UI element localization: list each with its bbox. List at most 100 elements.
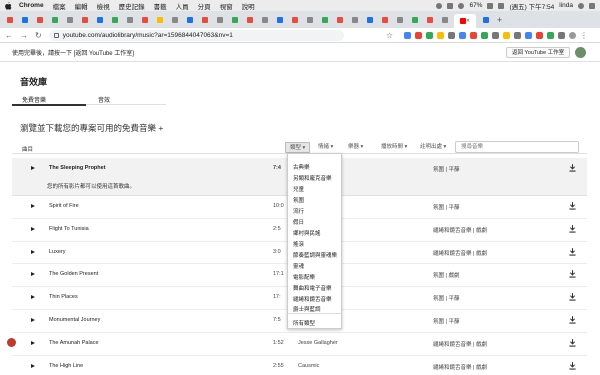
- tab[interactable]: [154, 14, 165, 26]
- extension-icon[interactable]: [448, 31, 455, 39]
- extension-icon[interactable]: [437, 31, 444, 39]
- profile-icon[interactable]: [569, 31, 576, 39]
- forward-arrow-icon[interactable]: →: [20, 31, 28, 40]
- download-icon[interactable]: [569, 293, 576, 301]
- extension-icon[interactable]: [404, 31, 411, 39]
- input-method-icon[interactable]: [498, 2, 505, 9]
- menu-history[interactable]: 歷史記錄: [119, 1, 145, 11]
- wifi-icon[interactable]: [458, 2, 465, 9]
- download-icon[interactable]: [569, 202, 576, 210]
- play-icon[interactable]: [31, 272, 35, 277]
- tab[interactable]: [94, 14, 105, 26]
- tab[interactable]: [169, 14, 180, 26]
- track-row[interactable]: The High Line 2:55 Causmic 繾綣和鏡舌音樂 | 戲劇: [12, 356, 587, 375]
- genre-option[interactable]: 舞曲和電子音樂: [293, 284, 332, 292]
- menu-view[interactable]: 檢視: [97, 1, 110, 11]
- tab[interactable]: [319, 14, 330, 26]
- tab[interactable]: [334, 14, 345, 26]
- menu-list-icon[interactable]: [589, 2, 595, 9]
- play-icon[interactable]: [31, 249, 35, 254]
- search-music-input[interactable]: [455, 141, 579, 153]
- tab[interactable]: [79, 14, 90, 26]
- genre-option[interactable]: 假日: [293, 218, 304, 226]
- extension-icon[interactable]: [558, 31, 565, 39]
- tab[interactable]: [124, 14, 135, 26]
- extension-icon[interactable]: [547, 31, 554, 39]
- extension-icon[interactable]: [536, 31, 543, 39]
- tab[interactable]: [480, 14, 491, 26]
- tab[interactable]: [409, 14, 420, 26]
- return-to-studio-button[interactable]: 返回 YouTube 工作室: [506, 47, 571, 58]
- apple-icon[interactable]: [5, 1, 12, 10]
- play-icon[interactable]: [31, 317, 35, 322]
- tab[interactable]: [214, 14, 225, 26]
- tab[interactable]: [439, 14, 450, 26]
- tab[interactable]: [19, 14, 30, 26]
- genre-option[interactable]: 靈魂: [293, 262, 304, 270]
- extension-icon[interactable]: [492, 31, 499, 39]
- play-icon[interactable]: [31, 166, 35, 170]
- extension-icon[interactable]: [514, 31, 521, 39]
- play-icon[interactable]: [31, 226, 35, 231]
- tab[interactable]: [304, 14, 315, 26]
- menu-app-name[interactable]: Chrome: [19, 2, 44, 9]
- download-icon[interactable]: [569, 224, 576, 233]
- extension-icon[interactable]: [481, 31, 488, 39]
- tab[interactable]: [379, 14, 390, 26]
- lock-icon[interactable]: [53, 32, 59, 38]
- download-icon[interactable]: [569, 164, 576, 172]
- play-icon[interactable]: [31, 295, 35, 300]
- wechat-icon[interactable]: [436, 2, 443, 9]
- tab[interactable]: [34, 14, 45, 26]
- genre-option[interactable]: 繾綣和鏡舌音樂: [293, 295, 332, 303]
- tab[interactable]: [244, 14, 255, 26]
- genre-option[interactable]: 兒童: [293, 185, 304, 193]
- filter-mood-button[interactable]: 情緒 ▾: [314, 142, 337, 153]
- search-icon[interactable]: [578, 2, 584, 9]
- tab-active[interactable]: ✕: [454, 14, 476, 28]
- extension-icon[interactable]: [525, 31, 532, 39]
- filter-attribution-button[interactable]: 註明出處 ▾: [416, 142, 450, 153]
- clock[interactable]: (週五) 下午7:54: [509, 1, 554, 11]
- genre-option[interactable]: 氛圍: [293, 196, 304, 204]
- genre-option[interactable]: 爵士與藍調: [293, 305, 321, 313]
- tab[interactable]: [109, 14, 120, 26]
- tab[interactable]: [4, 14, 15, 26]
- battery-icon[interactable]: [487, 2, 494, 9]
- extension-icon[interactable]: [415, 31, 422, 39]
- tab[interactable]: [184, 14, 195, 26]
- tab[interactable]: [364, 14, 375, 26]
- filter-instrument-button[interactable]: 樂器 ▾: [344, 142, 367, 153]
- tab[interactable]: [289, 14, 300, 26]
- menu-edit[interactable]: 編輯: [75, 1, 88, 11]
- genre-option[interactable]: 節奏藍調與靈魂樂: [293, 251, 337, 259]
- subtitle-plus-icon[interactable]: +: [158, 123, 163, 133]
- menu-people[interactable]: 人員: [176, 1, 189, 11]
- close-icon[interactable]: ✕: [466, 18, 470, 24]
- extension-icon[interactable]: [426, 31, 433, 39]
- filter-duration-button[interactable]: 播放時間 ▾: [377, 142, 411, 153]
- new-tab-button[interactable]: +: [497, 15, 502, 25]
- url-field[interactable]: youtube.com/audiolibrary/music?ar=159684…: [48, 29, 344, 41]
- menu-window[interactable]: 視窗: [220, 1, 233, 11]
- tab[interactable]: [349, 14, 360, 26]
- menu-help[interactable]: 說明: [242, 1, 255, 11]
- menu-tab[interactable]: 分頁: [198, 1, 211, 11]
- reload-icon[interactable]: ↻: [35, 31, 42, 40]
- download-icon[interactable]: [569, 270, 576, 278]
- menu-file[interactable]: 檔案: [53, 1, 66, 11]
- more-menu-icon[interactable]: ⋮: [580, 31, 588, 40]
- genre-option[interactable]: 古典樂: [293, 163, 310, 171]
- track-row[interactable]: The Amunah Palace 1:52 Jesse Gallagher 繾…: [12, 333, 587, 356]
- tab-sound-effects[interactable]: 音效: [98, 95, 110, 104]
- genre-option-all[interactable]: 所有類型: [293, 319, 315, 327]
- tab[interactable]: [139, 14, 150, 26]
- star-icon[interactable]: ☆: [386, 31, 393, 40]
- download-icon[interactable]: [569, 247, 576, 256]
- download-icon[interactable]: [569, 338, 576, 347]
- menu-bookmarks[interactable]: 書籤: [154, 1, 167, 11]
- genre-option[interactable]: 搖滾: [293, 240, 304, 248]
- tab[interactable]: [49, 14, 60, 26]
- extension-icon[interactable]: [459, 31, 466, 39]
- play-icon[interactable]: [31, 340, 35, 345]
